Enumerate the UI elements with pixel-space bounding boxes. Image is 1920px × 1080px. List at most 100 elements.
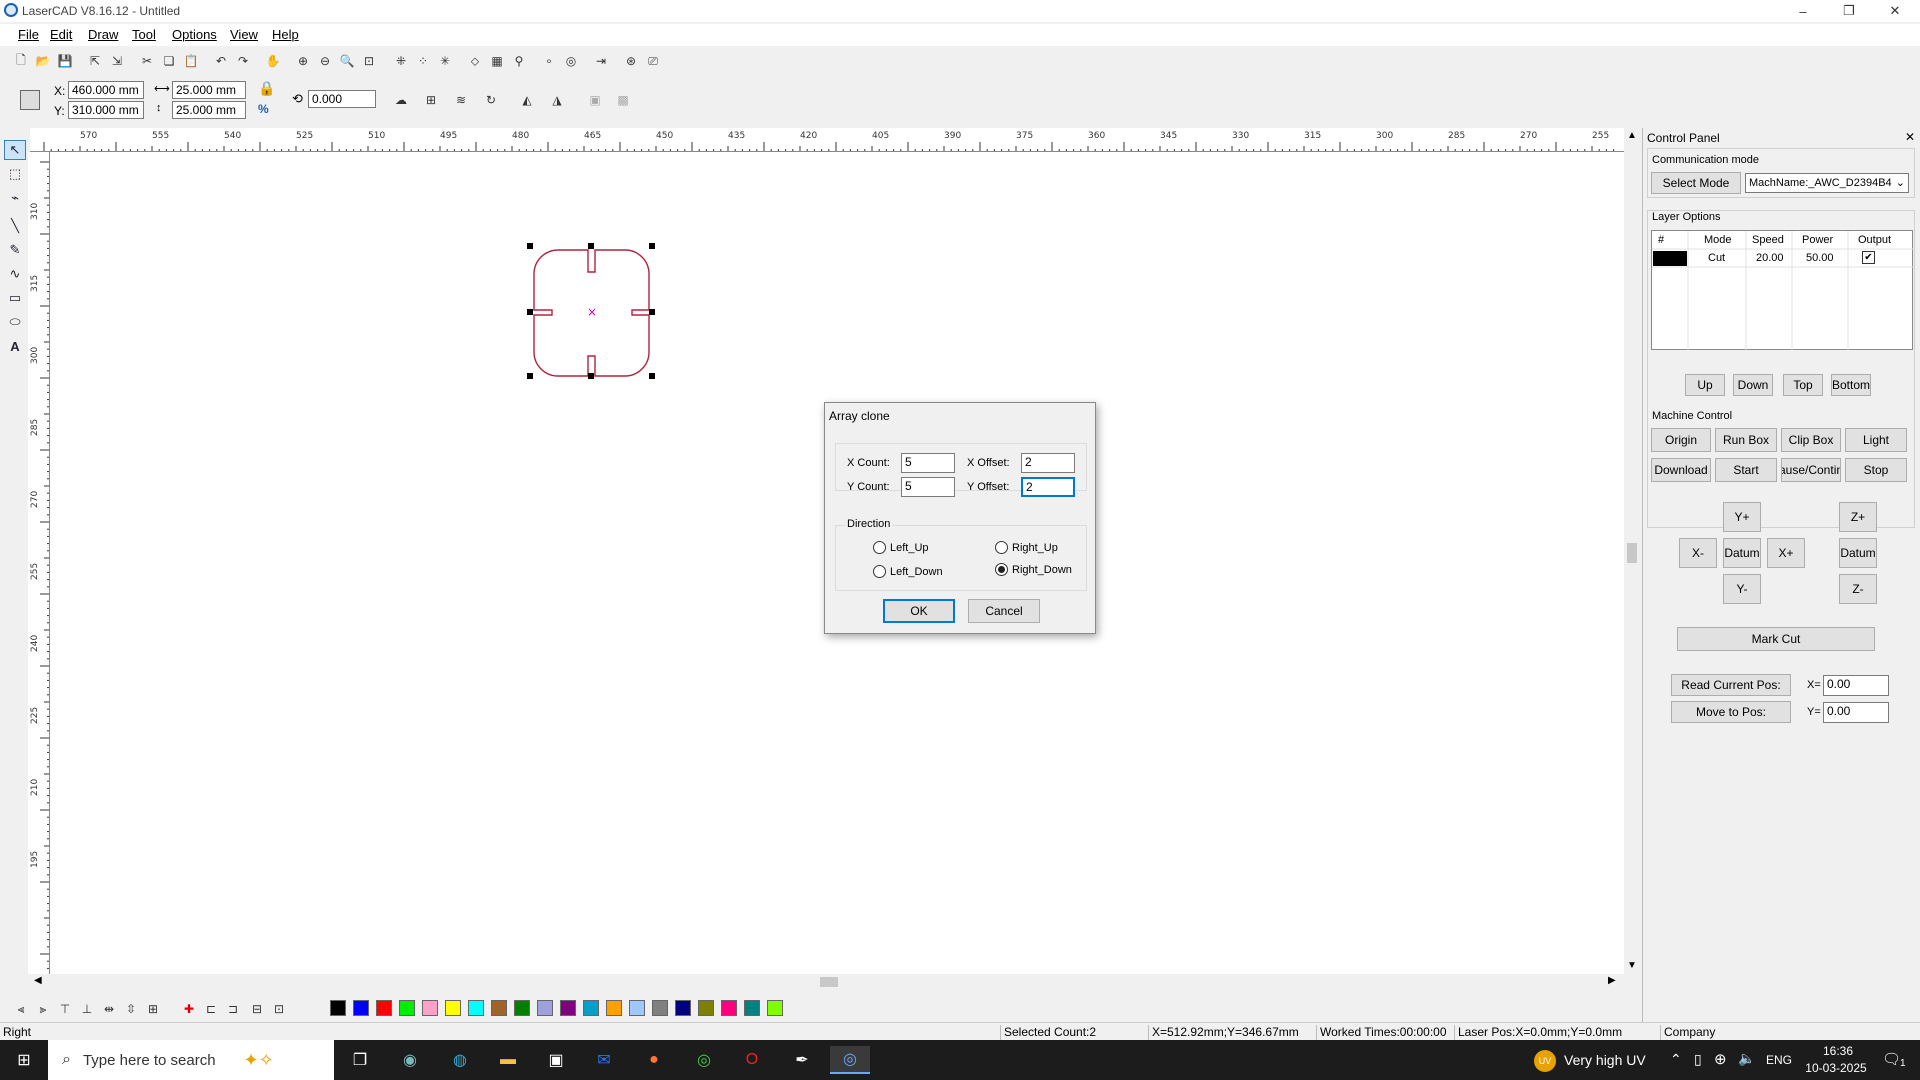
z-datum-button[interactable]: Datum xyxy=(1839,538,1877,568)
volume-icon[interactable]: 🔈 xyxy=(1738,1050,1755,1067)
jog-x-minus-button[interactable]: X- xyxy=(1679,538,1717,568)
color-swatch[interactable] xyxy=(445,1000,461,1016)
scroll-up-icon[interactable]: ▲ xyxy=(1627,130,1637,141)
pos-x-input[interactable]: 0.00 xyxy=(1823,675,1889,696)
layer-top-button[interactable]: Top xyxy=(1783,374,1823,396)
tray-chevron-icon[interactable]: ⌃ xyxy=(1670,1051,1682,1068)
path-order-icon[interactable]: ∘ xyxy=(540,52,558,70)
pause-continue-button[interactable]: ause/Contin xyxy=(1781,458,1841,482)
color-swatch[interactable] xyxy=(744,1000,760,1016)
uv-weather-icon[interactable]: UV xyxy=(1534,1050,1556,1072)
outlook-icon[interactable]: ✉ xyxy=(584,1046,624,1074)
mark-cut-button[interactable]: Mark Cut xyxy=(1677,627,1875,651)
align-left-icon[interactable]: ⫷ xyxy=(12,1000,30,1018)
notification-icon[interactable]: 🗨 xyxy=(1882,1050,1901,1068)
microsoft-store-icon[interactable]: ▣ xyxy=(536,1046,576,1074)
ellipse-icon[interactable]: ⬭ xyxy=(4,312,26,332)
rotate-object-icon[interactable]: ↻ xyxy=(482,91,500,109)
menu-edit[interactable]: Edit xyxy=(50,27,72,42)
light-button[interactable]: Light xyxy=(1845,428,1907,452)
text-tool-icon[interactable]: A xyxy=(4,336,26,356)
select-mode-button[interactable]: Select Mode xyxy=(1651,172,1741,194)
zoom-in-icon[interactable]: ⊕ xyxy=(294,52,312,70)
color-swatch[interactable] xyxy=(652,1000,668,1016)
x-offset-input[interactable]: 2 xyxy=(1021,453,1075,473)
x-count-input[interactable]: 5 xyxy=(901,453,955,473)
world-icon[interactable]: ⊛ xyxy=(622,52,640,70)
vertical-scrollbar[interactable]: ▲ ▼ xyxy=(1624,128,1640,974)
right-up-radio[interactable]: Right_Up xyxy=(995,541,1058,554)
align-vcenter-icon[interactable]: ⇳ xyxy=(122,1000,140,1018)
pos-y-input[interactable]: 0.00 xyxy=(1823,702,1889,723)
color-swatch[interactable] xyxy=(468,1000,484,1016)
tray-device-icon[interactable]: ▯ xyxy=(1694,1051,1702,1068)
height-field[interactable]: 25.000 mm xyxy=(172,101,246,119)
x-position-field[interactable]: 460.000 mm xyxy=(68,81,144,99)
color-swatch[interactable] xyxy=(560,1000,576,1016)
jog-y-plus-button[interactable]: Y+ xyxy=(1723,502,1761,532)
same-height-icon[interactable]: ⊐ xyxy=(224,1000,242,1018)
color-swatch[interactable] xyxy=(399,1000,415,1016)
save-icon[interactable]: 💾 xyxy=(56,52,74,70)
new-file-icon[interactable]: 🗋 xyxy=(12,52,30,70)
stop-button[interactable]: Stop xyxy=(1845,458,1907,482)
run-box-button[interactable]: Run Box xyxy=(1715,428,1777,452)
menu-view[interactable]: View xyxy=(230,27,258,42)
close-window-button[interactable]: ✕ xyxy=(1872,0,1918,22)
copy-icon[interactable]: ❏ xyxy=(160,52,178,70)
color-swatch[interactable] xyxy=(721,1000,737,1016)
left-up-radio[interactable]: Left_Up xyxy=(873,541,929,554)
pen-app-icon[interactable]: ✒ xyxy=(782,1046,822,1074)
align-center-icon[interactable]: ⊞ xyxy=(144,1000,162,1018)
layer-up-button[interactable]: Up xyxy=(1685,374,1725,396)
network-globe-icon[interactable]: ⊕ xyxy=(1714,1050,1727,1068)
color-swatch[interactable] xyxy=(767,1000,783,1016)
layer-color-swatch[interactable] xyxy=(1653,251,1687,266)
distribute-disabled-icon[interactable]: ▩ xyxy=(614,91,632,109)
width-field[interactable]: 25.000 mm xyxy=(172,81,246,99)
color-swatch[interactable] xyxy=(514,1000,530,1016)
group-icon[interactable]: ⁜ xyxy=(392,52,410,70)
download-button[interactable]: Download xyxy=(1651,458,1711,482)
lasercad-taskbar-icon[interactable]: ◎ xyxy=(830,1046,870,1074)
color-swatch[interactable] xyxy=(376,1000,392,1016)
anchor-point-icon[interactable] xyxy=(20,90,40,110)
color-swatch[interactable] xyxy=(537,1000,553,1016)
start-button[interactable]: Start xyxy=(1715,458,1777,482)
color-swatch[interactable] xyxy=(675,1000,691,1016)
node-select-icon[interactable]: ⬚ xyxy=(4,164,26,184)
zoom-page-icon[interactable]: ⊡ xyxy=(360,52,378,70)
bezier-icon[interactable]: ∿ xyxy=(4,264,26,284)
jog-x-plus-button[interactable]: X+ xyxy=(1767,538,1805,568)
rectangle-icon[interactable]: ▭ xyxy=(4,288,26,308)
color-swatch[interactable] xyxy=(422,1000,438,1016)
percent-toggle[interactable]: % xyxy=(258,102,269,116)
cancel-button[interactable]: Cancel xyxy=(968,599,1040,623)
grid-array-icon[interactable]: ⊞ xyxy=(422,91,440,109)
node-edit-icon[interactable]: ⬦ xyxy=(466,52,484,70)
vertical-scroll-thumb[interactable] xyxy=(1627,543,1637,563)
layer-down-button[interactable]: Down xyxy=(1733,374,1773,396)
same-size-icon[interactable]: ⊟ xyxy=(248,1000,266,1018)
left-down-radio[interactable]: Left_Down xyxy=(873,565,943,578)
align-disabled-icon[interactable]: ▣ xyxy=(586,91,604,109)
task-view-icon[interactable]: ❐ xyxy=(340,1046,380,1074)
jog-y-minus-button[interactable]: Y- xyxy=(1723,574,1761,604)
import-icon[interactable]: ⇱ xyxy=(86,52,104,70)
color-swatch[interactable] xyxy=(629,1000,645,1016)
layer-output-checkbox[interactable]: ✔ xyxy=(1862,251,1875,264)
export-icon[interactable]: ⇲ xyxy=(108,52,126,70)
edge-browser-icon[interactable]: ◍ xyxy=(440,1046,480,1074)
measure-icon[interactable]: ⚲ xyxy=(510,52,528,70)
scroll-down-icon[interactable]: ▼ xyxy=(1627,960,1637,971)
menu-file[interactable]: File xyxy=(18,27,39,42)
restore-button[interactable]: ❐ xyxy=(1826,0,1872,22)
jog-z-minus-button[interactable]: Z- xyxy=(1839,574,1877,604)
layer-mode-cell[interactable]: Cut xyxy=(1708,252,1725,264)
pan-hand-icon[interactable]: ✋ xyxy=(264,52,282,70)
layer-stack-icon[interactable]: ≋ xyxy=(452,91,470,109)
undo-icon[interactable]: ↶ xyxy=(212,52,230,70)
taskbar-search-box[interactable]: ⌕ Type here to search ✦✧ xyxy=(48,1040,334,1080)
scroll-right-icon[interactable]: ▶ xyxy=(1608,975,1616,986)
scroll-left-icon[interactable]: ◀ xyxy=(34,975,42,986)
